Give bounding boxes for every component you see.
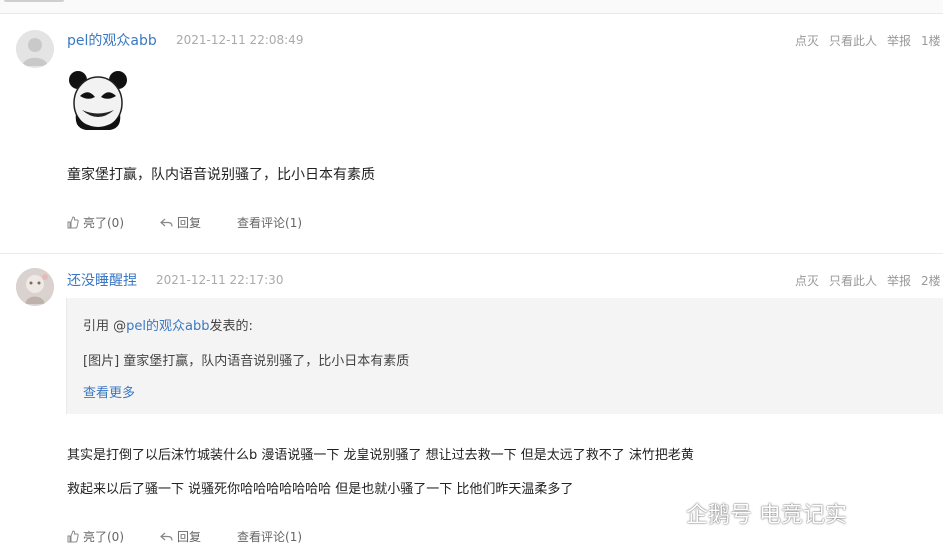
floor-number: 1楼 xyxy=(921,34,941,48)
post-content: 童家堡打赢，队内语音说别骚了，比小日本有素质 xyxy=(67,167,375,183)
watermark-text: 企鹅号 电竞记实 xyxy=(686,503,847,528)
like-button[interactable]: 亮了(0) xyxy=(66,528,124,545)
thumb-up-icon xyxy=(67,530,79,543)
cropped-header-fragment xyxy=(4,0,64,2)
quote-prefix: 引用 @ xyxy=(83,319,127,334)
view-comments-button[interactable]: 查看评论(1) xyxy=(237,214,302,231)
panda-meme-sticker xyxy=(68,70,128,132)
floor-number: 2楼 xyxy=(921,274,941,288)
view-more-link[interactable]: 查看更多 xyxy=(83,382,135,401)
post-bottom-actions: 亮了(0) 回复 查看评论(1) xyxy=(66,214,302,231)
like-button[interactable]: 亮了(0) xyxy=(66,214,124,231)
user-avatar-image xyxy=(16,268,54,306)
avatar[interactable] xyxy=(16,268,54,306)
dislike-button[interactable]: 点灭 xyxy=(795,32,819,49)
like-count-label: 亮了(0) xyxy=(83,530,124,544)
quote-suffix: 发表的: xyxy=(209,319,253,334)
top-strip xyxy=(0,0,943,14)
report-button[interactable]: 举报 xyxy=(887,272,911,289)
username-link[interactable]: 还没睡醒捏 xyxy=(67,270,137,290)
watermark: 企鹅号 电竞记实 xyxy=(644,496,847,530)
default-avatar-icon xyxy=(16,30,54,68)
reply-content-line: 其实是打倒了以后沫竹城装什么b 漫语说骚一下 龙皇说别骚了 想让过去救一下 但是… xyxy=(67,448,694,463)
reply-button[interactable]: 回复 xyxy=(160,214,201,231)
quote-header: 引用 @pel的观众abb发表的: xyxy=(83,315,253,334)
thumb-up-icon xyxy=(67,216,79,229)
only-this-user-button[interactable]: 只看此人 xyxy=(829,32,877,49)
reply-label: 回复 xyxy=(177,530,202,544)
post-actions-right: 点灭 只看此人 举报 2楼 xyxy=(795,272,943,289)
post-bottom-actions: 亮了(0) 回复 查看评论(1) xyxy=(66,528,302,545)
post-actions-right: 点灭 只看此人 举报 1楼 xyxy=(795,32,943,49)
view-comments-label: 查看评论(1) xyxy=(237,530,303,544)
view-comments-button[interactable]: 查看评论(1) xyxy=(237,528,302,545)
username-link[interactable]: pel的观众abb xyxy=(67,30,157,50)
post-timestamp: 2021-12-11 22:17:30 xyxy=(156,273,284,287)
dislike-button[interactable]: 点灭 xyxy=(795,272,819,289)
quote-box: 引用 @pel的观众abb发表的: [图片] 童家堡打赢，队内语音说别骚了，比小… xyxy=(66,298,943,414)
penguin-logo-icon xyxy=(649,498,673,528)
quoted-user-link[interactable]: pel的观众abb xyxy=(126,319,209,334)
report-button[interactable]: 举报 xyxy=(887,32,911,49)
avatar[interactable] xyxy=(16,30,54,68)
like-count-label: 亮了(0) xyxy=(83,216,124,230)
reply-arrow-icon xyxy=(160,532,173,541)
view-comments-label: 查看评论(1) xyxy=(237,216,303,230)
reply-label: 回复 xyxy=(177,216,202,230)
post-timestamp: 2021-12-11 22:08:49 xyxy=(176,33,304,47)
reply-content-line: 救起来以后了骚一下 说骚死你哈哈哈哈哈哈哈 但是也就小骚了一下 比他们昨天温柔多… xyxy=(67,482,574,497)
only-this-user-button[interactable]: 只看此人 xyxy=(829,272,877,289)
post-floor-1: pel的观众abb 2021-12-11 22:08:49 点灭 只看此人 举报… xyxy=(0,14,943,254)
reply-button[interactable]: 回复 xyxy=(160,528,201,545)
reply-arrow-icon xyxy=(160,218,173,227)
quote-body: [图片] 童家堡打赢，队内语音说别骚了，比小日本有素质 xyxy=(83,354,410,369)
